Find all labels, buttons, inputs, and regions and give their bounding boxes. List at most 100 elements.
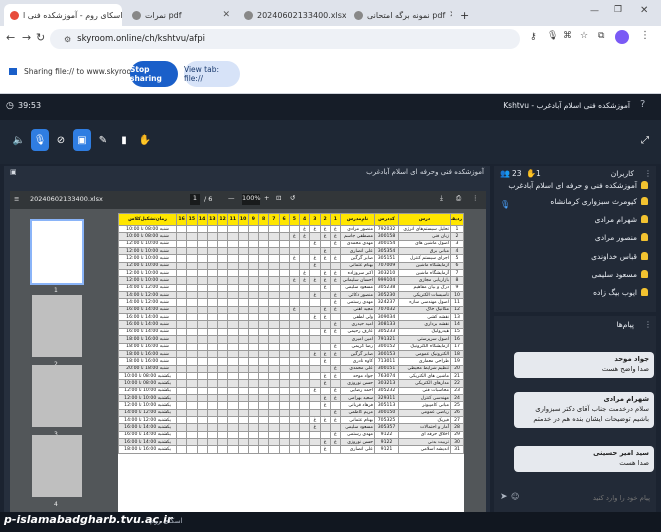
table-cell — [257, 247, 270, 256]
table-cell — [186, 232, 198, 241]
table-cell: منصور مرادی — [340, 224, 375, 234]
view-tab-button[interactable]: View tab: file:// — [184, 61, 240, 87]
site-info-icon[interactable]: ⚙ — [64, 35, 71, 44]
thumbnail-page-3[interactable] — [32, 365, 82, 427]
table-cell — [196, 305, 208, 315]
table-cell — [175, 335, 188, 344]
table-cell: 305238 — [374, 283, 399, 293]
table-cell — [196, 401, 208, 410]
table-cell — [227, 224, 239, 234]
table-cell — [247, 393, 260, 403]
user-item[interactable]: ایوب بیگ زاده — [500, 285, 648, 299]
url-bar[interactable]: ⚙ skyroom.online/ch/kshtvu/afpi — [50, 29, 520, 49]
browser-tab-xlsx[interactable]: 20240602133400.xlsx ✕ — [238, 4, 346, 26]
browser-tab-skyroom[interactable]: اسکای روم - آموزشکده فنی ا ✕ — [4, 4, 122, 26]
table-cell: غ — [319, 393, 331, 403]
user-item[interactable]: منصور مرادی — [500, 230, 648, 244]
menu-icon[interactable]: ≡ — [14, 195, 19, 203]
zoom-in-icon[interactable]: + — [264, 194, 269, 202]
stop-sharing-button[interactable]: Stop sharing — [130, 61, 178, 87]
help-icon[interactable]: ? — [640, 99, 645, 110]
thumbnail-page-1[interactable] — [30, 219, 84, 285]
more-icon[interactable]: ⋮ — [644, 169, 652, 178]
screen-share-icon[interactable]: ▣ — [73, 129, 91, 151]
camera-off-icon[interactable]: ⊘ — [52, 129, 70, 151]
translate-icon[interactable]: ⌘ — [563, 31, 572, 41]
new-tab-button[interactable]: + — [454, 4, 470, 26]
column-header: 16 — [175, 213, 188, 226]
user-item[interactable]: شهرام مرادی — [500, 212, 648, 226]
print-icon[interactable]: ⎙ — [456, 194, 461, 203]
fullscreen-icon[interactable]: ⤢ — [636, 129, 654, 151]
user-item[interactable]: مسعود سلیمی — [500, 267, 648, 281]
file-icon[interactable]: ▮ — [115, 129, 133, 151]
table-cell — [268, 335, 280, 344]
table-cell: 29 — [450, 430, 464, 439]
maximize-icon[interactable]: ❐ — [614, 5, 622, 15]
table-cell — [186, 445, 198, 454]
mic-icon[interactable]: 🎙 — [31, 129, 49, 151]
thumbnail-label: 4 — [54, 501, 58, 508]
table-cell: غ — [319, 224, 331, 234]
table-cell: شنبه 10:00 تا 12:00 — [118, 261, 177, 271]
table-cell: مسعود سلیمی — [340, 283, 375, 293]
key-icon[interactable]: ⚷ — [530, 32, 537, 42]
star-icon[interactable]: ☆ — [580, 31, 588, 41]
table-cell — [298, 305, 311, 315]
pen-icon[interactable]: ✎ — [94, 129, 112, 151]
table-cell: مدارهای الکتریکی — [398, 379, 451, 388]
table-cell: اجزای سیستم کنترل — [398, 254, 451, 263]
user-item[interactable]: کیومرث سبزواری کرمانشاه — [500, 194, 648, 208]
thumbnail-page-2[interactable] — [32, 295, 82, 357]
table-cell: غ — [319, 349, 331, 359]
user-item[interactable]: قباس خداوندی — [500, 249, 648, 263]
close-icon[interactable]: ✕ — [449, 10, 452, 20]
table-cell — [237, 393, 249, 403]
fit-page-icon[interactable]: ⊡ — [276, 194, 281, 202]
table-row: 13 نقشه کشی 309034 ولی لطفی غ غ شنبه 14:00 تا … — [118, 313, 464, 322]
page-number-input[interactable]: 1 — [190, 194, 200, 205]
mic-icon[interactable]: 🎙 — [547, 31, 558, 41]
message-input[interactable] — [522, 490, 650, 506]
table-cell — [257, 430, 270, 439]
menu-icon[interactable]: ⋮ — [640, 30, 650, 41]
table-cell — [227, 430, 239, 439]
forward-icon[interactable]: → — [22, 31, 31, 44]
table-cell — [298, 291, 311, 300]
table-cell — [278, 401, 290, 410]
table-cell — [319, 364, 331, 373]
user-item[interactable]: آموزشکده فنی و حرفه ای اسلام آبادغرب — [500, 178, 648, 192]
window-close-icon[interactable]: ✕ — [640, 5, 648, 16]
table-cell: مبانی برق — [398, 247, 451, 256]
table-cell — [237, 423, 249, 432]
back-icon[interactable]: ← — [6, 31, 15, 44]
profile-avatar[interactable] — [615, 30, 629, 44]
reload-icon[interactable]: ↻ — [36, 31, 45, 44]
table-cell: شنبه 14:00 تا 16:00 — [118, 313, 177, 322]
minimize-icon[interactable]: — — [590, 6, 599, 16]
table-cell: 3 — [450, 239, 464, 249]
close-icon[interactable]: ✕ — [222, 10, 230, 20]
browser-tab-exam-sheet[interactable]: نمونه برگه امتحانی pdf ✕ — [348, 4, 452, 26]
emoji-icon[interactable]: ☺ — [511, 492, 519, 501]
table-cell: 792032 — [374, 224, 399, 234]
browser-tab-grades[interactable]: نمرات pdf ✕ — [126, 4, 236, 26]
table-cell — [288, 283, 301, 293]
speaker-icon[interactable]: 🔈 — [10, 129, 28, 151]
thumbnail-sidebar: 1 2 3 4 — [10, 209, 96, 512]
table-cell — [216, 415, 229, 425]
send-icon[interactable]: ➤ — [500, 492, 508, 502]
thumbnail-page-4[interactable] — [32, 435, 82, 497]
zoom-out-icon[interactable]: — — [228, 194, 235, 202]
table-cell — [257, 320, 270, 329]
rotate-icon[interactable]: ↺ — [290, 194, 295, 202]
raise-hand-icon[interactable]: ✋ — [136, 129, 154, 151]
table-cell: 14 — [450, 320, 464, 329]
table-cell: اندیشه اسلامی — [398, 445, 451, 454]
download-icon[interactable]: ⤓ — [440, 194, 443, 203]
more-icon[interactable]: ⋮ — [644, 320, 652, 329]
more-icon[interactable]: ⋮ — [472, 194, 479, 202]
extensions-icon[interactable]: ⧉ — [598, 31, 604, 41]
table-cell: 8 — [450, 276, 464, 285]
zoom-level[interactable]: 100% — [242, 194, 261, 205]
